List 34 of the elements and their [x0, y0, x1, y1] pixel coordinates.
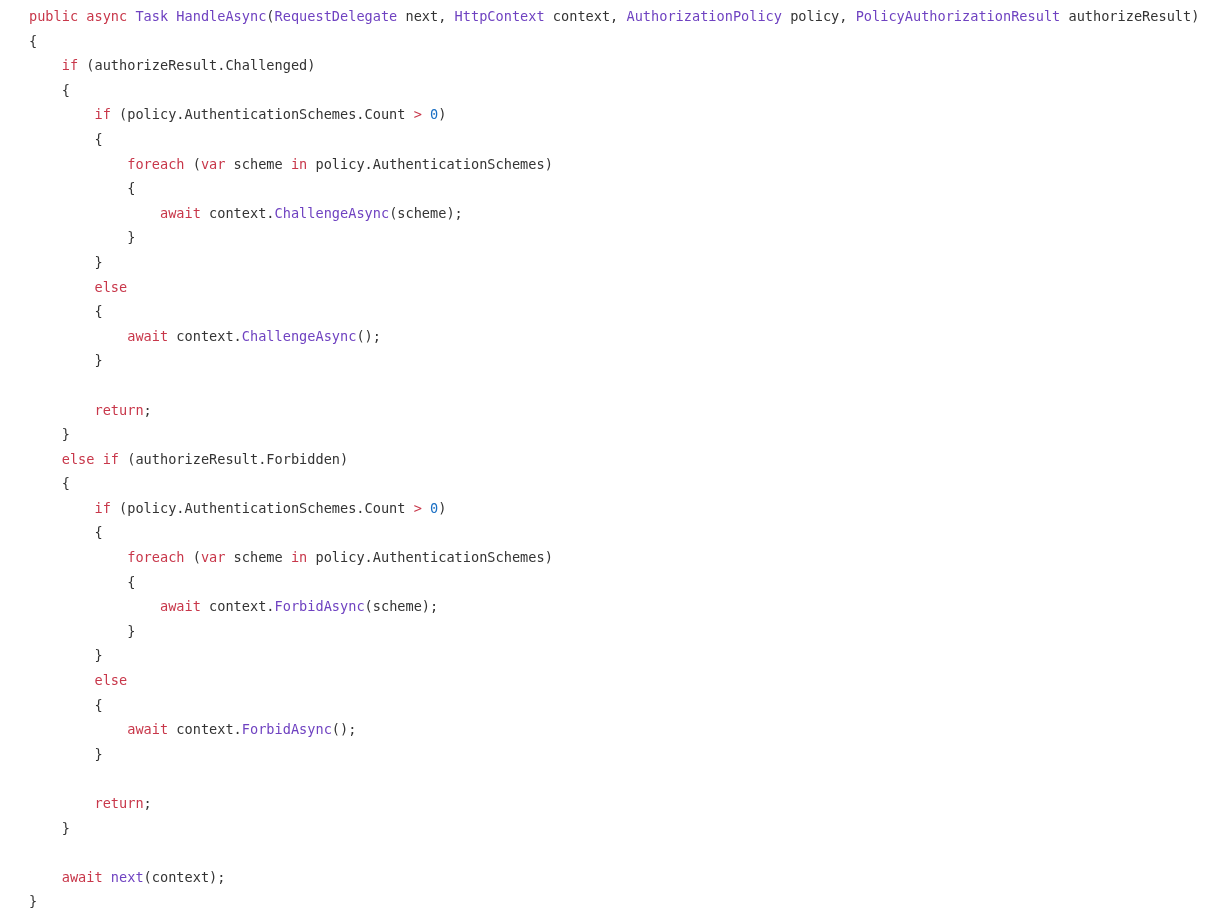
code-line: }	[126, 228, 136, 248]
code-line: }	[93, 646, 103, 666]
code-line: {	[29, 31, 38, 51]
code-line: return;	[93, 794, 152, 813]
code-line: {	[126, 179, 136, 199]
code-line: public async Task HandleAsync(RequestDelegate next, HttpContext context, AuthorizationPolicy policy, PolicyAuthorizationResult authorizeResult)	[29, 7, 1200, 26]
code-line: }	[60, 425, 70, 445]
code-line: return;	[93, 400, 152, 420]
code-line: {	[93, 695, 103, 715]
code-line: {	[93, 129, 103, 149]
code-line: {	[60, 474, 70, 494]
code-line: if (policy.AuthenticationSchemes.Count > 0)	[93, 498, 447, 518]
code-line: {	[126, 572, 136, 592]
code-line: {	[60, 80, 70, 100]
code-line: }	[126, 621, 136, 641]
code-line: else	[93, 671, 128, 691]
code-line: }	[93, 744, 103, 764]
code-line: if (policy.AuthenticationSchemes.Count > 0)	[93, 105, 447, 125]
code-line: await context.ChallengeAsync();	[126, 326, 381, 346]
code-line: else if (authorizeResult.Forbidden)	[60, 449, 349, 469]
code-line: foreach (var scheme in policy.AuthenticationSchemes)	[126, 154, 553, 174]
code-line: foreach (var scheme in policy.AuthenticationSchemes)	[126, 548, 553, 568]
code-line: await next(context);	[60, 867, 226, 887]
code-line: await context.ForbidAsync(scheme);	[158, 597, 439, 617]
code-line: }	[29, 892, 38, 912]
code-line: else	[93, 277, 128, 297]
code-line: }	[93, 252, 103, 272]
code-line: {	[93, 523, 103, 543]
code-line: }	[60, 818, 70, 838]
code-line: await context.ChallengeAsync(scheme);	[158, 203, 463, 223]
code-line: await context.ForbidAsync();	[126, 720, 357, 740]
code-line: if (authorizeResult.Challenged)	[60, 56, 316, 76]
code-line: }	[93, 351, 103, 371]
code-line: {	[93, 302, 103, 322]
